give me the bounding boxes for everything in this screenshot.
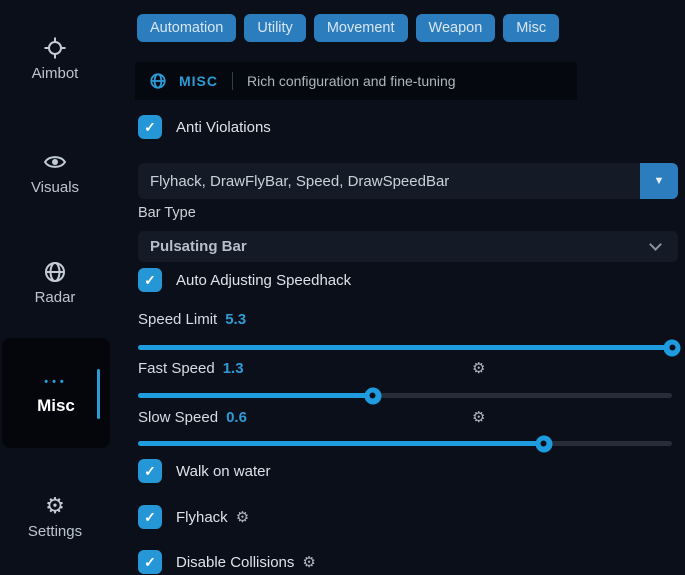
auto-adjusting-label: Auto Adjusting Speedhack (176, 272, 351, 289)
anti-violations-row: Anti Violations (138, 114, 271, 140)
ellipsis-icon (2, 376, 110, 388)
flyhack-row: Flyhack (138, 504, 249, 530)
gear-icon[interactable] (236, 510, 249, 525)
sidebar-item-misc-selected[interactable]: Misc (2, 338, 110, 448)
crosshair-icon (0, 36, 110, 62)
tab-utility[interactable]: Utility (244, 14, 305, 42)
walk-on-water-label: Walk on water (176, 463, 270, 480)
chevron-down-icon (649, 238, 662, 251)
section-title: MISC (179, 73, 218, 89)
slider-fill (138, 441, 544, 446)
bar-type-select[interactable]: Pulsating Bar (138, 231, 678, 262)
fast-speed-slider-handle[interactable] (364, 387, 381, 404)
active-indicator-bar (97, 369, 100, 419)
slow-speed-label-row: Slow Speed 0.6 (138, 409, 247, 429)
fast-speed-label: Fast Speed (138, 360, 215, 377)
tab-weapon[interactable]: Weapon (416, 14, 496, 42)
gear-icon (0, 494, 110, 520)
slow-speed-label: Slow Speed (138, 409, 218, 426)
sidebar-label: Settings (0, 523, 110, 540)
gear-icon[interactable] (302, 555, 315, 570)
sidebar-label: Radar (0, 289, 110, 306)
fast-speed-value: 1.3 (223, 360, 244, 377)
globe-icon (149, 72, 167, 90)
eye-icon (0, 150, 110, 176)
header-divider (232, 72, 233, 90)
disable-collisions-label: Disable Collisions (176, 554, 294, 571)
gear-icon[interactable] (472, 361, 485, 376)
tab-movement[interactable]: Movement (314, 14, 408, 42)
disable-collisions-row: Disable Collisions (138, 549, 316, 575)
feature-multiselect[interactable]: Flyhack, DrawFlyBar, Speed, DrawSpeedBar (138, 163, 678, 199)
gear-icon[interactable] (472, 410, 485, 425)
dropdown-arrow-button[interactable] (640, 163, 678, 199)
speed-limit-label-row: Speed Limit 5.3 (138, 311, 246, 331)
feature-multiselect-value: Flyhack, DrawFlyBar, Speed, DrawSpeedBar (138, 173, 640, 190)
sidebar-label: Aimbot (0, 65, 110, 82)
tab-automation[interactable]: Automation (137, 14, 236, 42)
globe-icon (0, 260, 110, 286)
slider-fill (138, 393, 373, 398)
walk-on-water-checkbox[interactable] (138, 459, 162, 483)
fast-speed-slider[interactable] (138, 393, 672, 398)
speed-limit-label: Speed Limit (138, 311, 217, 328)
section-subtitle: Rich configuration and fine-tuning (247, 73, 456, 89)
sidebar-label: Visuals (0, 179, 110, 196)
speed-limit-value: 5.3 (225, 311, 246, 328)
speed-limit-slider[interactable] (138, 345, 672, 350)
section-header: MISC Rich configuration and fine-tuning (135, 62, 577, 100)
anti-violations-checkbox[interactable] (138, 115, 162, 139)
sidebar-item-settings[interactable]: Settings (0, 494, 110, 540)
sidebar-label: Misc (2, 396, 110, 416)
fast-speed-label-row: Fast Speed 1.3 (138, 360, 244, 380)
main-panel: Automation Utility Movement Weapon Misc … (130, 0, 685, 563)
category-tabs: Automation Utility Movement Weapon Misc (137, 14, 559, 42)
auto-adjusting-checkbox[interactable] (138, 268, 162, 292)
flyhack-checkbox[interactable] (138, 505, 162, 529)
bar-type-value: Pulsating Bar (138, 238, 651, 255)
sidebar-item-radar[interactable]: Radar (0, 260, 110, 306)
auto-adjusting-row: Auto Adjusting Speedhack (138, 267, 351, 293)
tab-misc[interactable]: Misc (503, 14, 559, 42)
sidebar-item-aimbot[interactable]: Aimbot (0, 36, 110, 82)
bar-type-label: Bar Type (138, 205, 196, 221)
slider-fill (138, 345, 672, 350)
slow-speed-slider-handle[interactable] (535, 435, 552, 452)
anti-violations-label: Anti Violations (176, 119, 271, 136)
sidebar: Aimbot Visuals Radar Misc Settings (0, 0, 130, 563)
slow-speed-slider[interactable] (138, 441, 672, 446)
flyhack-label: Flyhack (176, 509, 228, 526)
speed-limit-slider-handle[interactable] (664, 339, 681, 356)
slow-speed-value: 0.6 (226, 409, 247, 426)
walk-on-water-row: Walk on water (138, 458, 270, 484)
disable-collisions-checkbox[interactable] (138, 550, 162, 574)
sidebar-item-visuals[interactable]: Visuals (0, 150, 110, 196)
